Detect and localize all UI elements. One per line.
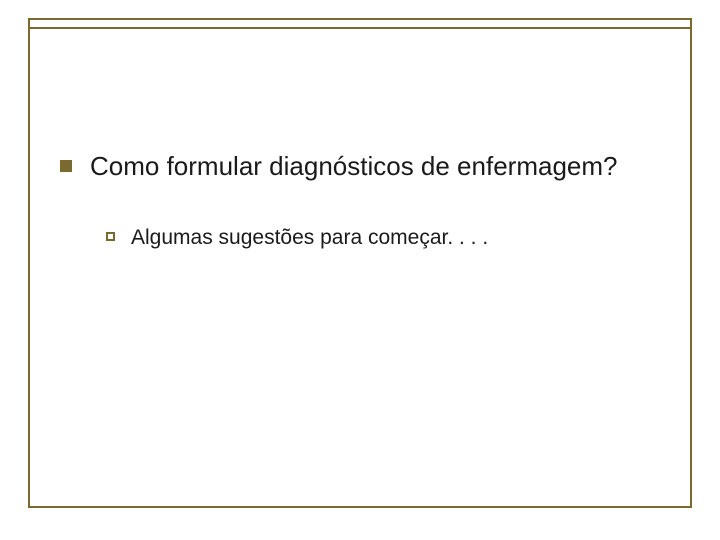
slide-content: Como formular diagnósticos de enfermagem… [60, 150, 680, 251]
square-bullet-icon [60, 160, 72, 172]
hollow-square-bullet-icon [106, 232, 115, 241]
main-bullet-row: Como formular diagnósticos de enfermagem… [60, 150, 680, 183]
main-bullet-text: Como formular diagnósticos de enfermagem… [90, 150, 617, 183]
slide-frame [28, 18, 692, 508]
sub-bullet-text: Algumas sugestões para começar. . . . [131, 225, 488, 251]
sub-bullet-row: Algumas sugestões para começar. . . . [106, 225, 680, 251]
